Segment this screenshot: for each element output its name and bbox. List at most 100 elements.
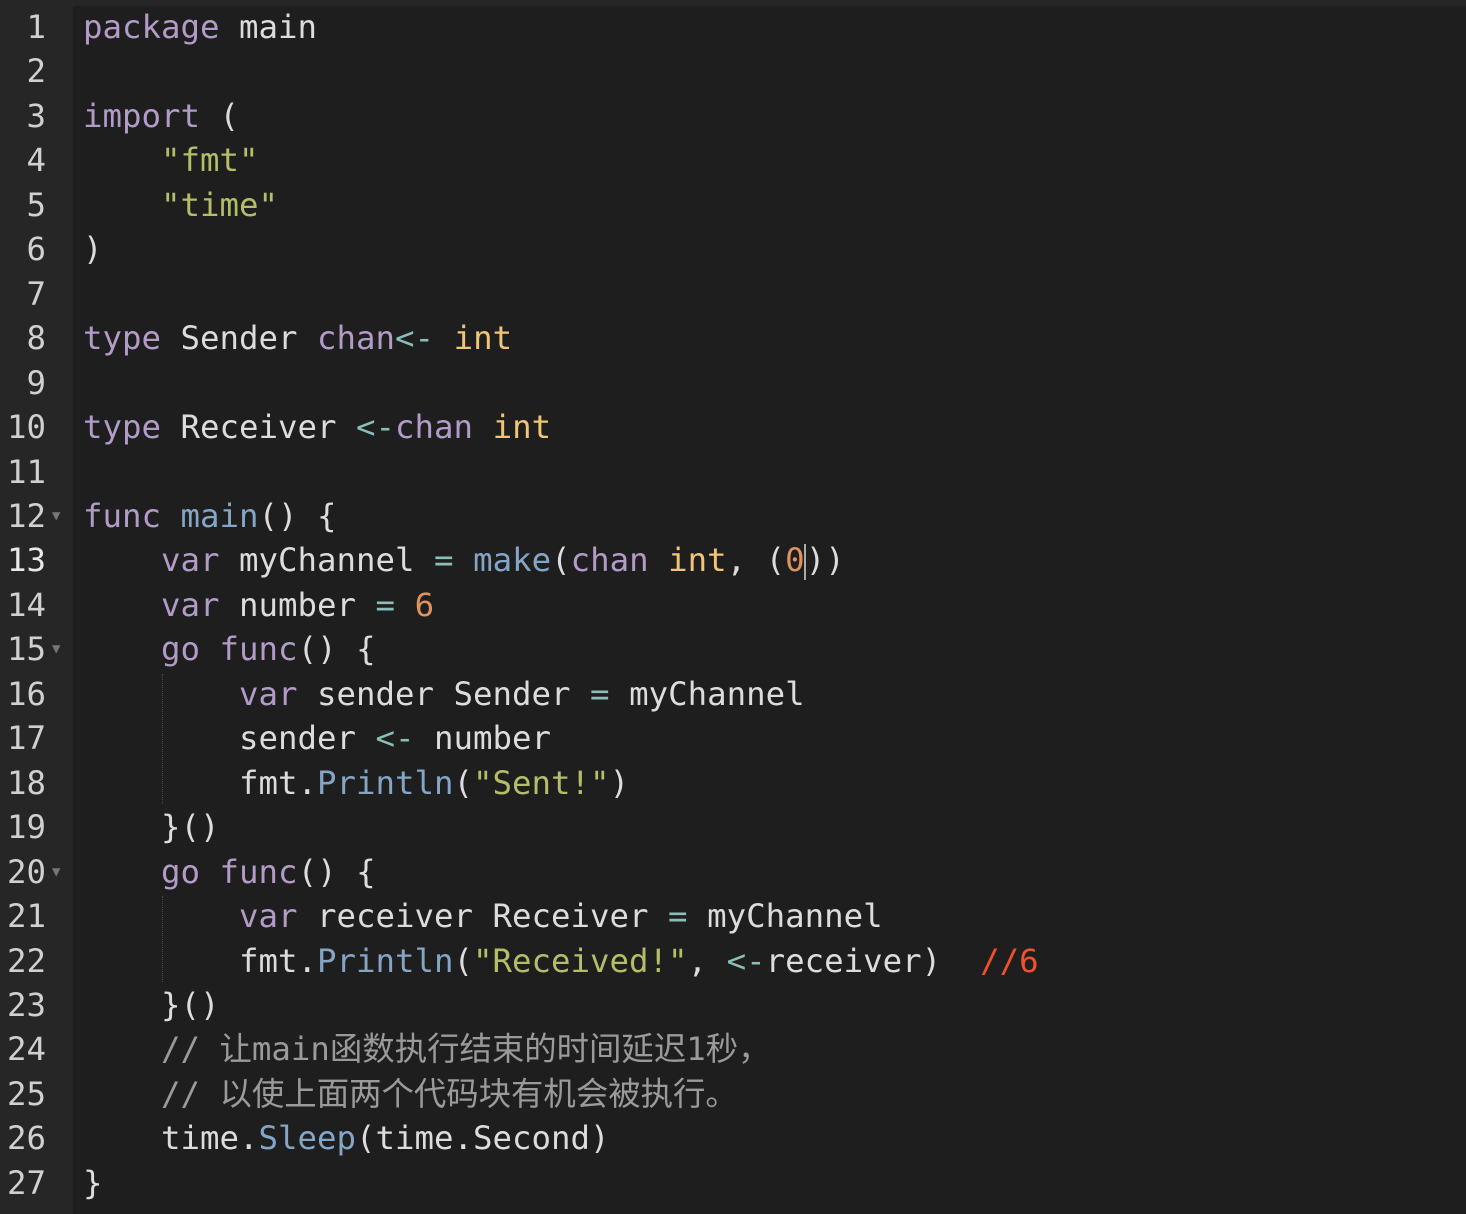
string-literal: "Received!" xyxy=(473,941,688,980)
type-name: int xyxy=(492,408,552,447)
code-line[interactable]: 25 // 以使上面两个代码块有机会被执行。 xyxy=(0,1072,1466,1116)
code-line[interactable]: 1 package main xyxy=(0,5,1466,49)
indent-guide xyxy=(162,674,163,804)
indent-guide xyxy=(162,896,163,982)
code-line[interactable]: 8 type Sender chan<- int xyxy=(0,316,1466,360)
code-line[interactable]: 2 xyxy=(0,49,1466,93)
code-text: receiver) xyxy=(765,941,981,980)
keyword: func xyxy=(219,630,298,669)
code-line[interactable]: 3 import ( xyxy=(0,94,1466,138)
code-line[interactable]: 20 ▼ go func() { xyxy=(0,850,1466,894)
code-line[interactable]: 15 ▼ go func() { xyxy=(0,627,1466,671)
function-name: Sleep xyxy=(258,1119,357,1158)
code-line[interactable]: 19 }() xyxy=(0,805,1466,849)
line-number: 14 xyxy=(6,585,46,624)
code-text: fmt. xyxy=(83,763,318,802)
keyword: import xyxy=(83,96,201,135)
code-line[interactable]: 26 time.Sleep(time.Second) xyxy=(0,1116,1466,1160)
keyword: type xyxy=(83,408,162,447)
code-line[interactable]: 7 xyxy=(0,272,1466,316)
keyword: go xyxy=(161,630,201,669)
code-text: }() xyxy=(83,985,220,1024)
line-number: 22 xyxy=(6,941,46,980)
line-number: 17 xyxy=(6,719,46,758)
keyword: chan xyxy=(317,319,396,358)
string-literal: "Sent!" xyxy=(473,763,610,802)
fold-arrow-icon[interactable]: ▼ xyxy=(52,627,60,671)
code-line[interactable]: 23 }() xyxy=(0,983,1466,1027)
type-name: int xyxy=(453,319,513,358)
string-literal: "time" xyxy=(161,185,279,224)
keyword: func xyxy=(83,496,162,535)
line-number: 9 xyxy=(26,363,46,402)
line-number: 5 xyxy=(26,185,46,224)
line-number: 13 xyxy=(6,541,46,580)
code-line[interactable]: 13 var myChannel = make(chan int, (0)) xyxy=(0,538,1466,582)
line-number: 15 xyxy=(6,630,46,669)
line-number: 2 xyxy=(26,52,46,91)
code-editor[interactable]: 1 package main 2 3 import (4 "fmt" 5 "time" 6)… xyxy=(0,5,1466,1205)
line-number: 18 xyxy=(6,763,46,802)
code-line[interactable]: 10 type Receiver <-chan int xyxy=(0,405,1466,449)
code-text: ) xyxy=(83,230,103,269)
code-text: myChannel xyxy=(687,897,883,936)
operator: = xyxy=(434,541,454,580)
line-content: ) xyxy=(83,227,103,271)
line-number: 6 xyxy=(26,230,46,269)
comment: // 以使上面两个代码块有机会被执行。 xyxy=(161,1074,738,1113)
line-content: time.Sleep(time.Second) xyxy=(83,1116,610,1160)
code-line[interactable]: 27} xyxy=(0,1161,1466,1205)
function-name: Println xyxy=(317,941,454,980)
line-content: fmt.Println("Received!", <-receiver) //6 xyxy=(83,939,1039,983)
operator: <- xyxy=(356,408,396,447)
line-content: }() xyxy=(83,805,220,849)
keyword: go xyxy=(161,852,201,891)
line-content: sender <- number xyxy=(83,716,551,760)
line-content: go func() { xyxy=(83,850,376,894)
code-line[interactable]: 22 fmt.Println("Received!", <-receiver) … xyxy=(0,939,1466,983)
code-line[interactable]: 5 "time" xyxy=(0,183,1466,227)
fold-arrow-icon[interactable]: ▼ xyxy=(52,494,60,538)
keyword: var xyxy=(239,674,298,713)
code-line[interactable]: 17 sender <- number xyxy=(0,716,1466,760)
code-line[interactable]: 12 ▼ func main() { xyxy=(0,494,1466,538)
code-line[interactable]: 14 var number = 6 xyxy=(0,583,1466,627)
line-content: // 让main函数执行结束的时间延迟1秒， xyxy=(83,1027,771,1071)
line-number: 4 xyxy=(26,141,46,180)
code-line[interactable]: 24 // 让main函数执行结束的时间延迟1秒， xyxy=(0,1027,1466,1071)
comment: // 让main函数执行结束的时间延迟1秒， xyxy=(161,1030,771,1069)
code-line[interactable]: 18 fmt.Println("Sent!") xyxy=(0,761,1466,805)
code-line[interactable]: 11 xyxy=(0,450,1466,494)
code-line[interactable]: 6) xyxy=(0,227,1466,271)
code-line[interactable]: 16 var sender Sender = myChannel xyxy=(0,672,1466,716)
code-text: fmt. xyxy=(83,941,318,980)
line-content: }() xyxy=(83,983,220,1027)
line-content: go func() { xyxy=(83,627,376,671)
code-text: ) xyxy=(609,763,630,802)
code-text: time. xyxy=(83,1119,259,1158)
code-line[interactable]: 4 "fmt" xyxy=(0,138,1466,182)
code-line[interactable]: 9 xyxy=(0,361,1466,405)
keyword: chan xyxy=(570,541,649,580)
code-text: ( xyxy=(453,763,474,802)
code-text: (time.Second) xyxy=(356,1119,610,1158)
keyword: var xyxy=(161,585,220,624)
code-line[interactable]: 21 var receiver Receiver = myChannel xyxy=(0,894,1466,938)
code-text: sender Sender xyxy=(297,674,591,713)
type-name: int xyxy=(668,541,727,580)
function-name: make xyxy=(473,541,552,580)
code-text: Sender xyxy=(161,319,318,358)
line-number: 23 xyxy=(6,985,46,1024)
operator: = xyxy=(375,585,396,624)
operator: <- xyxy=(375,719,415,758)
code-text: receiver Receiver xyxy=(297,897,669,936)
fold-arrow-icon[interactable]: ▼ xyxy=(52,850,60,894)
